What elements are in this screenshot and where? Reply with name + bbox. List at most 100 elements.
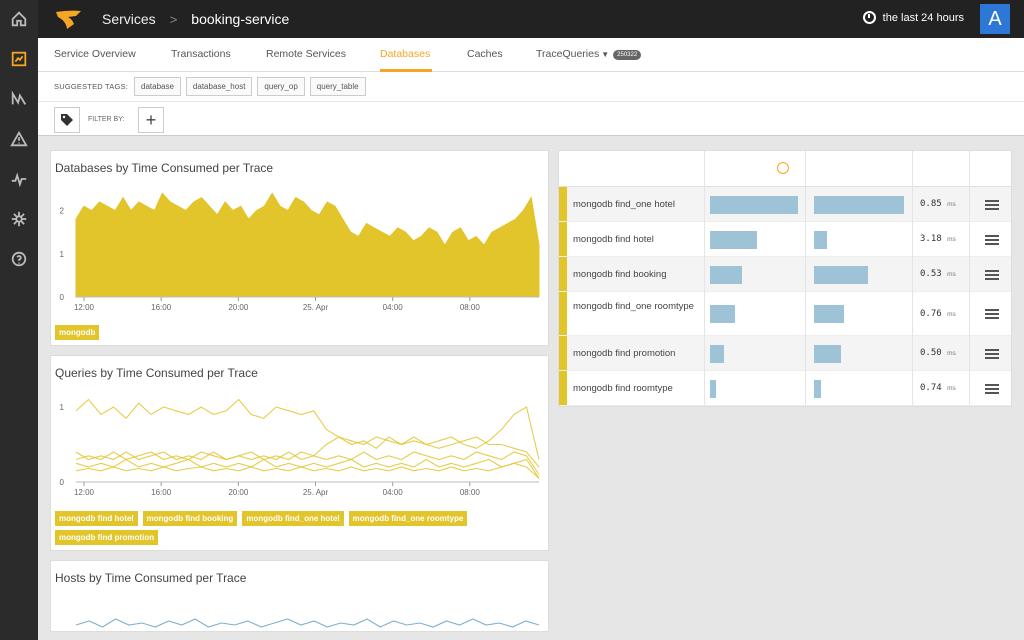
traces-icon[interactable] (984, 234, 1000, 246)
avg-number: 0.85 (920, 199, 948, 209)
traces-icon[interactable] (984, 348, 1000, 360)
queries-legend: mongodb find hotel mongodb find booking … (55, 511, 535, 549)
alert-icon[interactable] (0, 120, 38, 158)
legend-item-find-one-roomtype[interactable]: mongodb find_one roomtype (348, 511, 468, 526)
panel-title: Databases by Time Consumed per Trace (55, 161, 274, 175)
tag-chip-database[interactable]: database (134, 77, 181, 96)
row-color-marker (559, 222, 567, 256)
avg-unit: ms (947, 385, 956, 392)
legend-item-mongodb[interactable]: mongodb (55, 325, 100, 340)
traces-icon-line (985, 242, 999, 245)
hosts-time-chart (75, 618, 540, 628)
column-divider (912, 151, 913, 405)
home-icon[interactable] (0, 0, 38, 38)
legend-item-find-one-hotel[interactable]: mongodb find_one hotel (242, 511, 344, 526)
traces-icon-line (985, 269, 999, 272)
frequency-bar (814, 195, 904, 214)
tab-tracequeries-label: TraceQueries (536, 48, 600, 60)
sort-icon[interactable] (777, 162, 789, 174)
table-row[interactable]: mongodb find_one roomtype 0.76 ms (559, 292, 1011, 336)
table-row[interactable]: mongodb find promotion 0.50 ms (559, 336, 1011, 371)
traces-icon[interactable] (984, 269, 1000, 281)
avg-value: 0.76 ms (920, 309, 956, 319)
legend-item-find-promotion[interactable]: mongodb find promotion (55, 530, 159, 545)
tags-icon (61, 114, 73, 126)
add-filter-button[interactable]: + (138, 107, 164, 133)
tab-caches[interactable]: Caches (467, 48, 503, 60)
tracequeries-count-badge: 250322 (613, 50, 642, 60)
traces-icon-line (985, 387, 999, 390)
total-time-bar (710, 195, 798, 214)
queries-time-chart: 12:00 16:00 20:00 25. Apr 04:00 08:00 0 1 (60, 398, 540, 497)
query-name[interactable]: mongodb find booking (573, 268, 698, 281)
x-tick-label: 20:00 (228, 303, 249, 312)
suggested-tags-label: SUGGESTED TAGS: (54, 82, 128, 91)
tag-chip-query-op[interactable]: query_op (257, 77, 305, 96)
y-tick-label: 0 (60, 478, 65, 487)
tab-transactions[interactable]: Transactions (171, 48, 231, 60)
tab-service-overview[interactable]: Service Overview (54, 48, 136, 60)
suggested-tags-bar: SUGGESTED TAGS: database database_host q… (38, 72, 1024, 102)
query-name[interactable]: mongodb find_one roomtype (573, 300, 698, 313)
traces-icon-line (985, 238, 999, 241)
databases-time-chart: 12:00 16:00 20:00 25. Apr 04:00 08:00 0 1 2 (60, 192, 540, 312)
x-tick-label: 25. Apr (303, 303, 329, 312)
tag-chip-query-table[interactable]: query_table (309, 77, 366, 96)
traces-icon-line (985, 273, 999, 276)
avg-unit: ms (947, 201, 956, 208)
service-tabs: Service Overview Transactions Remote Ser… (38, 38, 1024, 72)
breadcrumb-services[interactable]: Services (102, 11, 156, 27)
tag-chip-database-host[interactable]: database_host (185, 77, 253, 96)
frequency-bar (814, 305, 844, 323)
frequency-bar (814, 265, 868, 284)
avg-number: 0.76 (920, 308, 948, 319)
time-range-selector[interactable]: the last 24 hours (862, 11, 964, 24)
x-tick-label: 12:00 (74, 488, 95, 497)
avatar[interactable]: A (980, 4, 1010, 34)
frequency-bar (814, 344, 841, 363)
traces-icon-line (985, 356, 999, 359)
query-name[interactable]: mongodb find roomtype (573, 382, 698, 395)
query-name[interactable]: mongodb find promotion (573, 347, 698, 360)
avg-value: 0.85 ms (920, 199, 956, 209)
x-tick-label: 12:00 (74, 303, 95, 312)
query-name[interactable]: mongodb find hotel (573, 233, 698, 246)
series-line-2 (75, 436, 540, 468)
x-tick-label: 04:00 (383, 303, 404, 312)
dashboard-icon[interactable] (0, 40, 38, 78)
table-row[interactable]: mongodb find hotel 3.18 ms (559, 222, 1011, 257)
tab-tracequeries[interactable]: TraceQueries ▼ 250322 (536, 48, 642, 60)
filter-bar: FILTER BY: + (38, 102, 1024, 136)
breadcrumb-separator: > (169, 11, 178, 27)
series-area-mongodb (75, 192, 540, 298)
traces-icon-line (985, 391, 999, 394)
row-color-marker (559, 292, 567, 335)
column-divider (969, 151, 970, 405)
activity-icon[interactable] (0, 160, 38, 198)
tab-remote-services[interactable]: Remote Services (266, 48, 346, 60)
table-row[interactable]: mongodb find_one hotel 0.85 ms (559, 187, 1011, 222)
brand-logo-icon[interactable] (54, 8, 84, 30)
breadcrumb-service[interactable]: booking-service (191, 11, 289, 27)
topology-icon[interactable] (0, 80, 38, 118)
filter-by-label: FILTER BY: (88, 116, 125, 123)
legend-item-find-hotel[interactable]: mongodb find hotel (55, 511, 138, 526)
tag-filter-button[interactable] (54, 107, 80, 133)
traces-icon[interactable] (984, 383, 1000, 395)
legend-item-find-booking[interactable]: mongodb find booking (142, 511, 238, 526)
settings-icon[interactable] (0, 200, 38, 238)
hosts-time-panel: Hosts by Time Consumed per Trace (50, 560, 549, 632)
table-row[interactable]: mongodb find roomtype 0.74 ms (559, 371, 1011, 406)
tab-databases[interactable]: Databases (380, 48, 430, 60)
traces-icon-line (985, 203, 999, 206)
traces-icon[interactable] (984, 308, 1000, 320)
query-name[interactable]: mongodb find_one hotel (573, 198, 698, 211)
avg-unit: ms (947, 310, 956, 318)
table-row[interactable]: mongodb find booking 0.53 ms (559, 257, 1011, 292)
series-line-1 (75, 398, 540, 460)
frequency-bar (814, 379, 822, 398)
traces-icon[interactable] (984, 199, 1000, 211)
help-icon[interactable] (0, 240, 38, 278)
avg-number: 3.18 (920, 234, 948, 244)
panel-title: Queries by Time Consumed per Trace (55, 366, 258, 380)
